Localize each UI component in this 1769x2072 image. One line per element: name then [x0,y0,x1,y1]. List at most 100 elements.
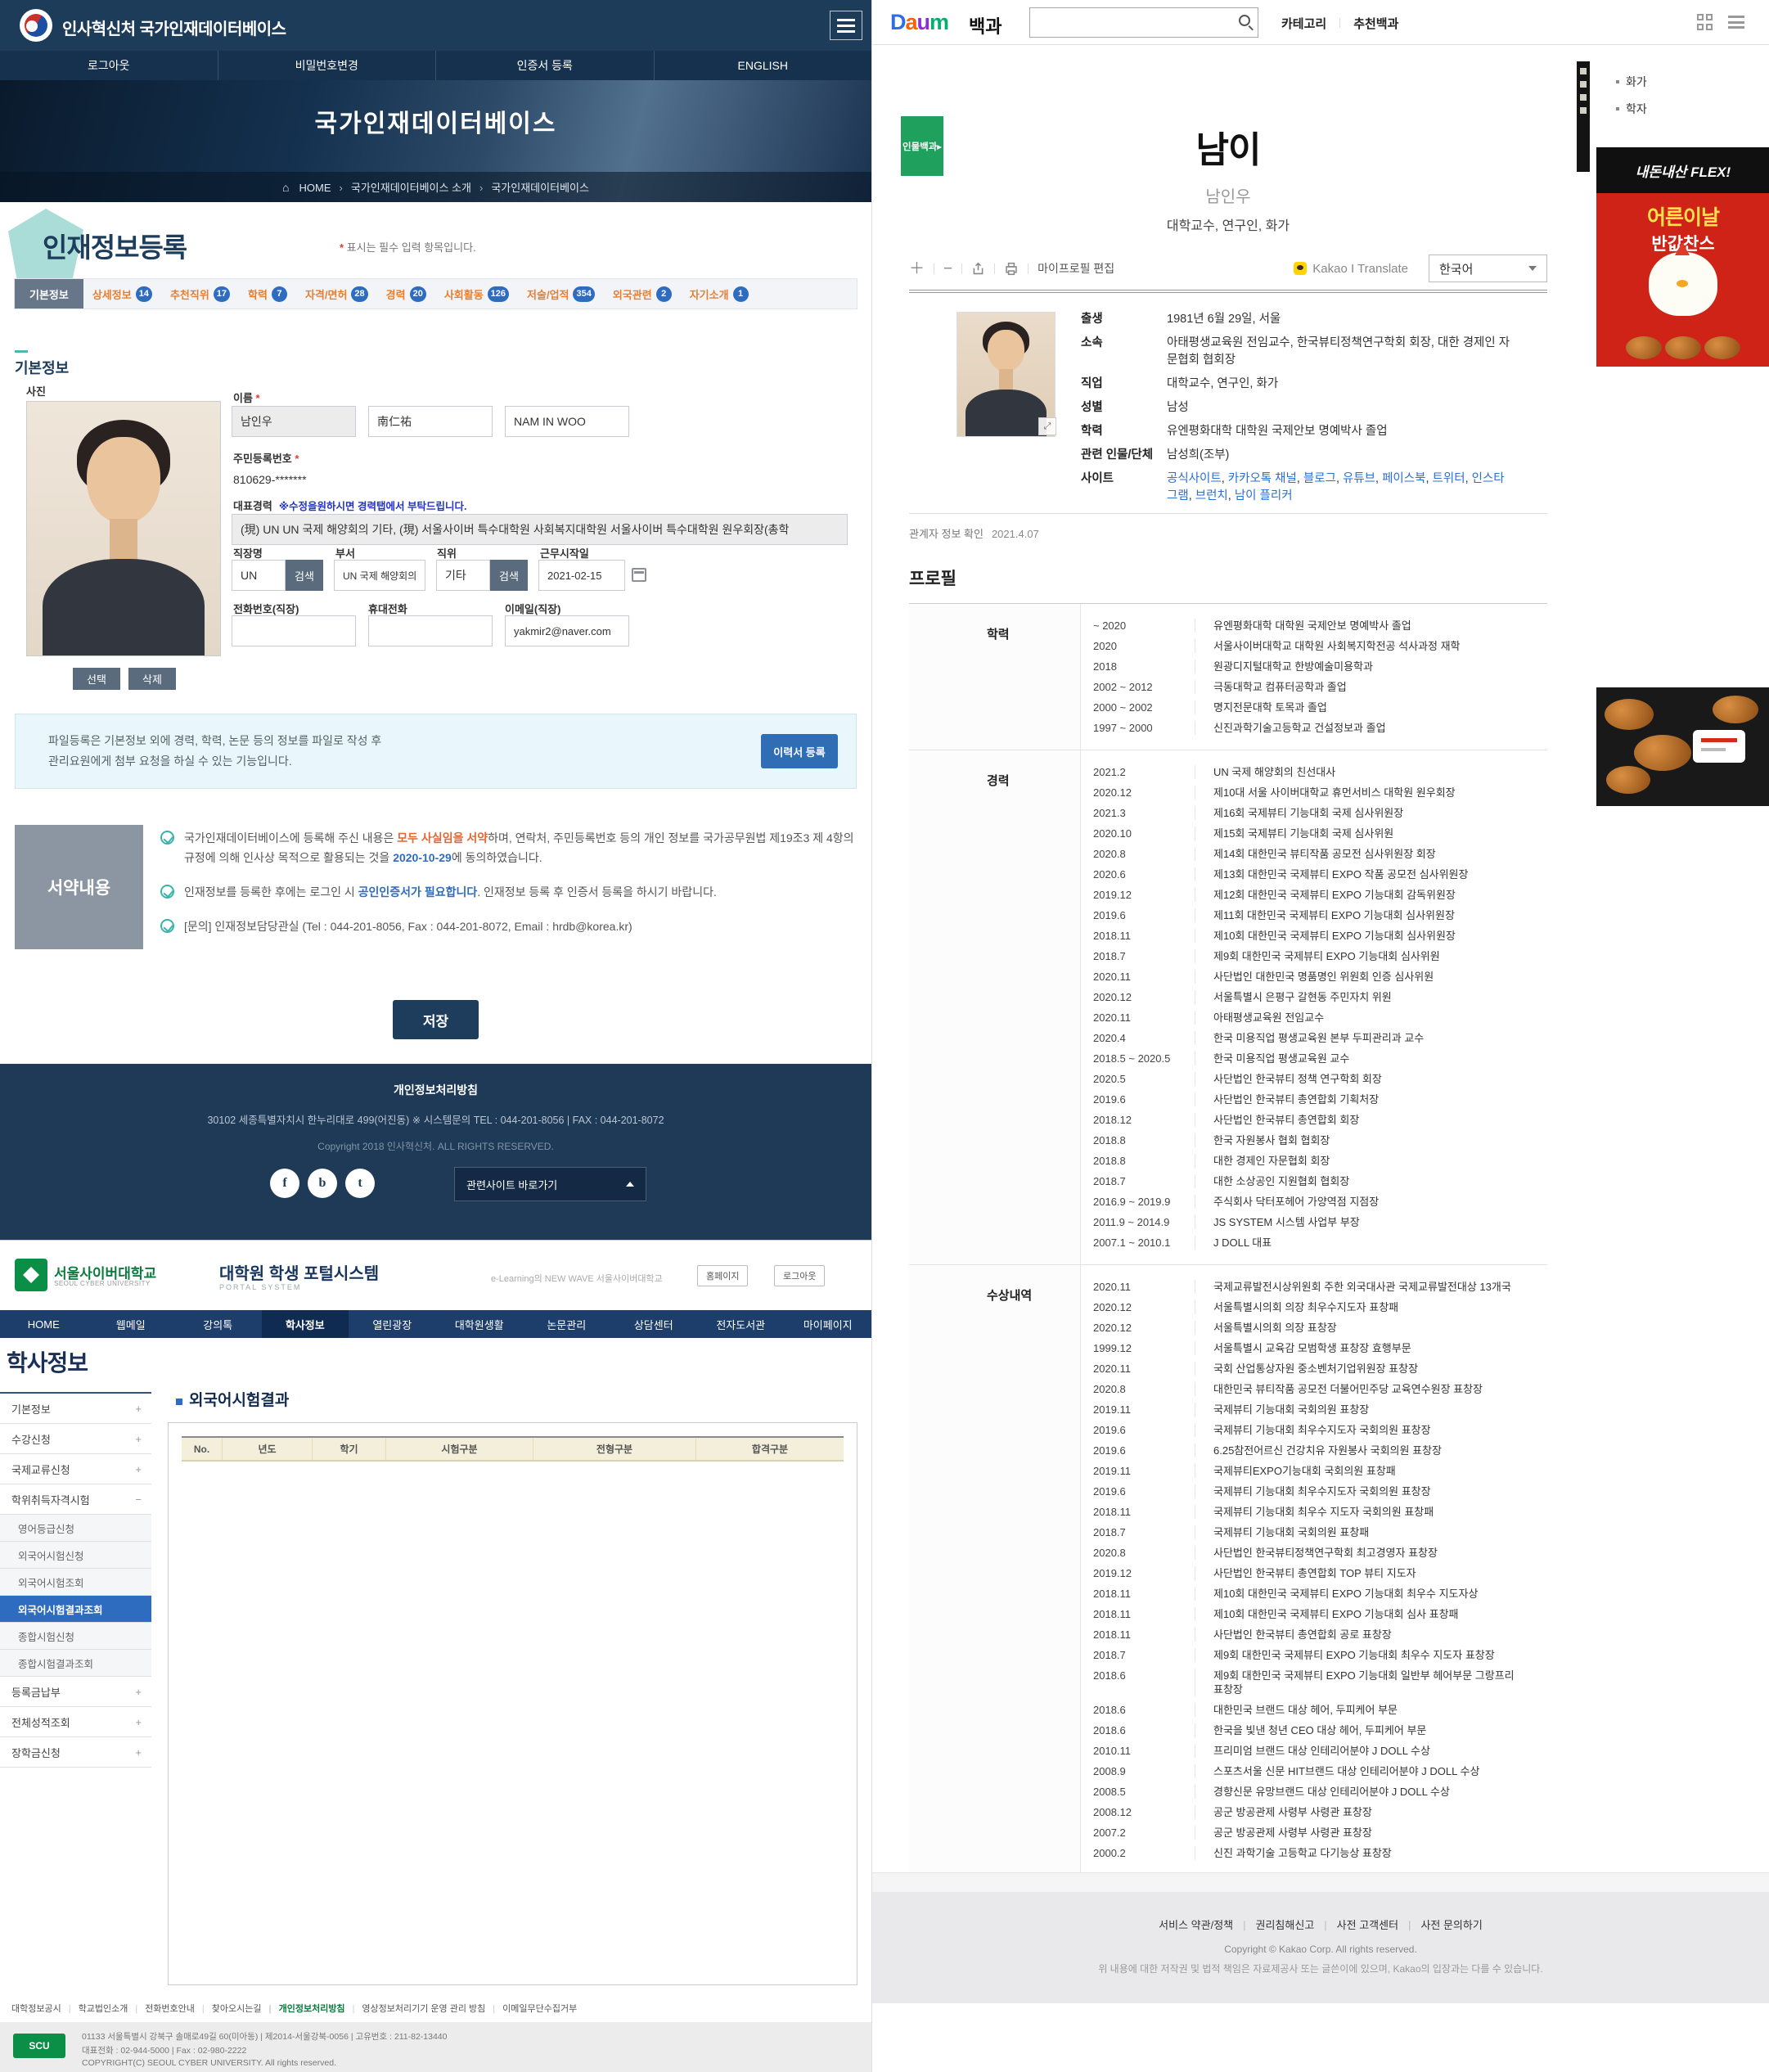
save-button[interactable]: 저장 [393,1000,479,1039]
photo-select-button[interactable]: 선택 [73,668,120,690]
sidebar-item[interactable]: 외국어시험조회 [0,1569,151,1596]
topbar-button[interactable]: 카테고리 [1281,15,1326,32]
scu-home-button[interactable]: 홈페이지 [697,1265,748,1286]
person-encyclopedia-badge[interactable]: 인물백과▸ [901,116,943,176]
daum-logo[interactable]: Daum [890,10,948,35]
photo-delete-button[interactable]: 삭제 [128,668,176,690]
sidebar-item[interactable]: 장학금신청 + [0,1737,151,1768]
sidebar-item[interactable]: 등록금납부 + [0,1677,151,1707]
chicken-ad-banner-2[interactable] [1596,687,1769,806]
scu-footer-link[interactable]: 대학정보공시 [11,2004,61,2014]
company-search-button[interactable]: 검색 [286,560,323,591]
sidebar-item[interactable]: 외국어시험결과조회 [0,1596,151,1623]
chicken-ad-banner[interactable]: 내돈내산 FLEX! 어른이날 반값찬스 [1596,147,1769,367]
calendar-icon[interactable] [632,568,646,582]
form-tab[interactable]: 학력 7 [239,279,296,309]
tel-field[interactable] [232,615,356,646]
search-input[interactable] [1037,11,1225,34]
sidebar-item[interactable]: 종합시험결과조회 [0,1650,151,1677]
breadcrumb-item[interactable]: 국가인재데이터베이스 소개 [331,182,471,194]
privacy-policy-link[interactable]: 개인정보처리방침 [0,1082,871,1098]
gov-nav-item[interactable]: ENGLISH [655,51,872,80]
list-icon[interactable] [1728,14,1744,30]
start-date-field[interactable] [538,560,625,591]
form-tab[interactable]: 자기소개 1 [681,279,758,309]
daum-footer-link[interactable]: 사전 문의하기 [1398,1919,1483,1931]
sidebar-item[interactable]: 종합시험신청 [0,1623,151,1650]
topbar-button[interactable]: 추천백과 [1326,15,1398,32]
position-field[interactable] [436,560,490,591]
related-sites-dropdown[interactable]: 관련사이트 바로가기 [454,1167,646,1201]
zoom-out-icon[interactable]: − [943,261,952,277]
daum-footer-link[interactable]: 권리침해신고 [1233,1919,1314,1931]
dept-field[interactable] [334,560,425,591]
category-link[interactable]: 학자 [1616,101,1647,117]
zoom-in-icon[interactable]: ＋ [909,261,925,277]
scu-nav-item[interactable]: 열린광장 [349,1310,436,1338]
breadcrumb-item[interactable]: HOME [299,182,331,194]
scu-nav-item[interactable]: 웹메일 [88,1310,175,1338]
hamburger-menu-icon[interactable] [830,11,862,40]
resume-upload-button[interactable]: 이력서 등록 [761,734,838,768]
scu-footer-link[interactable]: 찾아오시는길 [195,2004,262,2014]
email-field[interactable] [505,615,629,646]
daum-footer-link[interactable]: 사전 고객센터 [1314,1919,1398,1931]
scu-footer-link[interactable]: 학교법인소개 [61,2004,128,2014]
daum-dictionary-label[interactable]: 백과 [969,12,1002,38]
sidebar-item[interactable]: 기본정보 + [0,1394,151,1424]
scu-nav-item[interactable]: 마이페이지 [785,1310,872,1338]
form-tab[interactable]: 자격/면허 28 [296,279,377,309]
sidebar-item[interactable]: 학위취득자격시험 − [0,1484,151,1515]
position-search-button[interactable]: 검색 [490,560,528,591]
sidebar-item[interactable]: 외국어시험신청 [0,1542,151,1569]
daum-footer-link[interactable]: 서비스 약관/정책 [1159,1919,1233,1931]
form-tab[interactable]: 기본정보 [15,279,83,309]
search-icon[interactable] [1239,15,1250,26]
edit-my-profile-link[interactable]: 마이프로필 편집 [1038,260,1114,277]
scu-footer-link[interactable]: 개인정보처리방침 [262,2004,345,2014]
company-field[interactable] [232,560,286,591]
scu-nav-item[interactable]: 학사정보 [262,1310,349,1338]
scu-nav-item[interactable]: 강의톡 [174,1310,262,1338]
photo-expand-icon[interactable]: ⤢ [1038,417,1056,435]
form-tab[interactable]: 사회활동 126 [435,279,518,309]
sidebar-item[interactable]: 영어등급신청 [0,1515,151,1542]
name-en-field[interactable] [505,406,629,437]
gov-nav-item[interactable]: 인증서 등록 [436,51,655,80]
sidebar-item[interactable]: 국제교류신청 + [0,1454,151,1484]
form-tab[interactable]: 상세정보 14 [83,279,161,309]
language-select[interactable]: 한국어 [1429,254,1547,282]
scu-nav-item[interactable]: 상담센터 [610,1310,698,1338]
form-tab[interactable]: 경력 20 [377,279,435,309]
apps-grid-icon[interactable] [1697,14,1713,30]
table-row[interactable] [182,1461,844,1462]
name-kr-field[interactable] [232,406,356,437]
kakao-translate[interactable]: Kakao I Translate [1294,262,1408,276]
scu-footer-link[interactable]: 이메일무단수집거부 [485,2004,577,2014]
social-icon[interactable]: b [308,1169,337,1198]
form-tab[interactable]: 저술/업적 354 [518,279,604,309]
career-summary-field[interactable]: (現) UN UN 국제 해양회의 기타, (現) 서울사이버 특수대학원 사회… [232,514,848,545]
name-hanja-field[interactable] [368,406,493,437]
social-icon[interactable]: f [270,1169,299,1198]
sidebar-item[interactable]: 수강신청 + [0,1424,151,1454]
print-icon[interactable] [1004,262,1019,276]
share-icon[interactable] [971,262,985,276]
scu-logout-button[interactable]: 로그아웃 [774,1265,825,1286]
scu-nav-item[interactable]: HOME [0,1310,88,1338]
home-icon[interactable]: ⌂ [282,181,289,194]
scu-footer-link[interactable]: 영상정보처리기기 운영 관리 방침 [345,2004,486,2014]
gov-nav-item[interactable]: 로그아웃 [0,51,218,80]
scu-nav-item[interactable]: 논문관리 [523,1310,610,1338]
social-icon[interactable]: t [345,1169,375,1198]
scu-footer-link[interactable]: 전화번호안내 [128,2004,195,2014]
form-tab[interactable]: 외국관련 2 [604,279,681,309]
category-link[interactable]: 화가 [1616,74,1647,90]
scu-nav-item[interactable]: 대학원생활 [436,1310,524,1338]
mobile-field[interactable] [368,615,493,646]
scu-nav-item[interactable]: 전자도서관 [697,1310,785,1338]
side-tab-strip[interactable] [1577,61,1590,172]
form-tab[interactable]: 추천직위 17 [161,279,239,309]
sidebar-item[interactable]: 전체성적조회 + [0,1707,151,1737]
breadcrumb-item[interactable]: 국가인재데이터베이스 [471,182,589,194]
